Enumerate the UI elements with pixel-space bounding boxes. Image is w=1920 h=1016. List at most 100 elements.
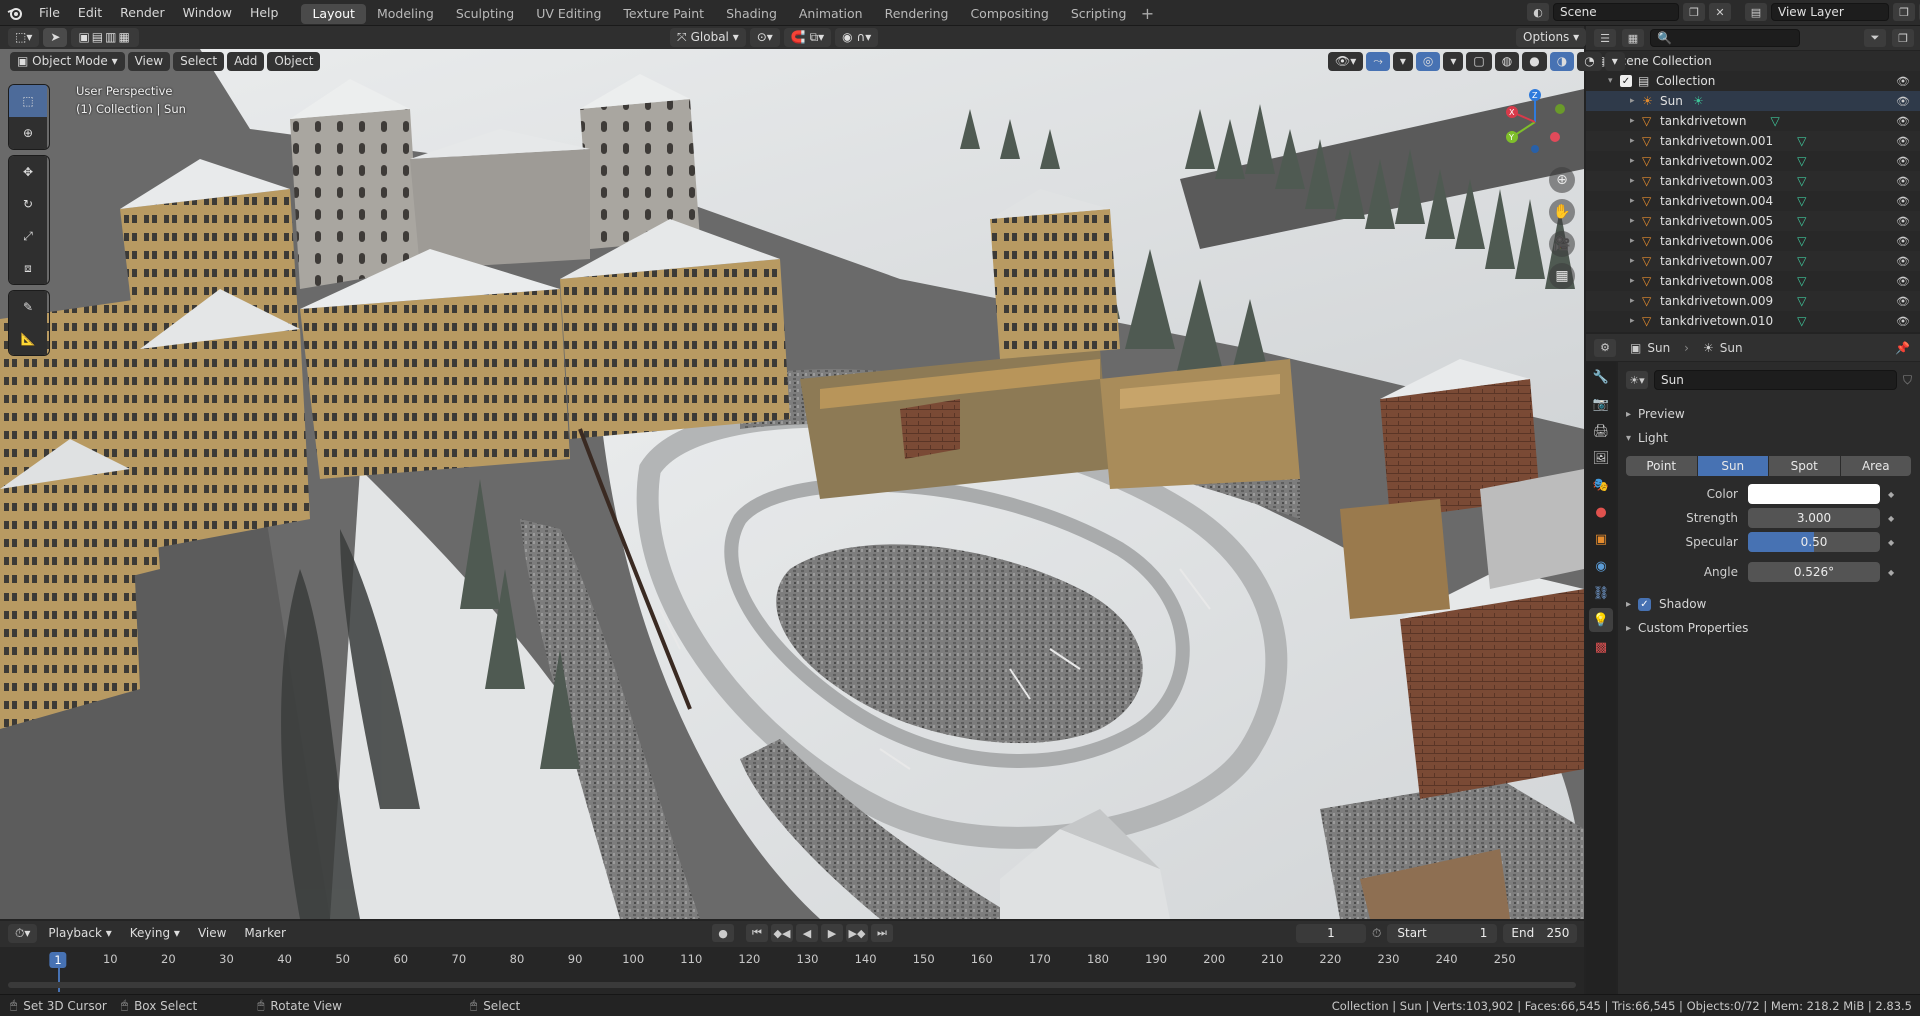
shadow-checkbox[interactable]: ✓ (1638, 597, 1651, 611)
xray-icon[interactable]: ▢ (1466, 52, 1492, 71)
visibility-eye-icon[interactable]: 👁 (1896, 155, 1910, 168)
start-frame-field[interactable]: Start 1 (1387, 924, 1498, 943)
play-icon[interactable]: ▶ (821, 924, 843, 942)
end-frame-field[interactable]: End 250 (1503, 924, 1578, 943)
tab-scripting[interactable]: Scripting (1060, 4, 1138, 24)
gizmo-neg-z[interactable] (1531, 145, 1539, 153)
visibility-eye-icon[interactable]: 👁 (1896, 255, 1910, 268)
solid-shading-icon[interactable]: ● (1522, 52, 1547, 71)
scale-tool-icon[interactable]: ⤢ (9, 220, 47, 252)
light-browse-icon[interactable]: ☀▾ (1626, 371, 1648, 389)
expand-toggle-icon[interactable]: ▸ (1630, 156, 1642, 166)
outliner-item-mesh[interactable]: ▸ ▽ tankdrivetown.001 ▽ 👁 (1586, 131, 1920, 151)
timeline-view-menu[interactable]: View (191, 924, 233, 943)
shadow-panel-header[interactable]: ▸ ✓ Shadow (1626, 594, 1920, 614)
outliner-item-sun[interactable]: ▸ ☀ Sun ☀ 👁 (1586, 91, 1920, 111)
animate-strength-dot[interactable]: ◆ (1888, 514, 1894, 523)
tab-layout[interactable]: Layout (301, 4, 366, 24)
record-icon[interactable]: ● (712, 924, 734, 942)
tab-animation[interactable]: Animation (788, 4, 874, 24)
pivot-icon[interactable]: ⊙▾ (749, 28, 780, 47)
orientation-dropdown[interactable]: ⤧ Global ▾ (670, 28, 746, 47)
keying-menu[interactable]: Keying ▾ (123, 924, 187, 943)
timeline-ruler[interactable]: 1 10 20 30 40 50 60 70 80 90 100 110 120 130 140 150 160… (0, 948, 1584, 994)
properties-editor-type-icon[interactable]: ⚙ (1594, 338, 1616, 357)
overlay-dropdown-icon[interactable]: ▾ (1443, 52, 1464, 71)
jump-start-icon[interactable]: ⏮ (746, 924, 768, 942)
visibility-eye-icon[interactable]: 👁 (1896, 115, 1910, 128)
exclude-checkbox[interactable]: ✓ (1620, 75, 1632, 87)
select-box-icon[interactable]: ⬚ (9, 85, 47, 117)
jump-end-icon[interactable]: ⏭ (871, 924, 893, 942)
mesh-data-icon[interactable]: ▽ (1797, 274, 1806, 288)
outliner-item-mesh[interactable]: ▸ ▽ tankdrivetown.007 ▽ 👁 (1586, 251, 1920, 271)
expand-toggle-icon[interactable]: ▸ (1630, 296, 1642, 306)
visibility-eye-icon[interactable]: 👁 (1896, 75, 1910, 88)
measure-tool-icon[interactable]: 📐 (9, 323, 47, 355)
visibility-eye-icon[interactable]: 👁 (1896, 275, 1910, 288)
cursor-tool-icon[interactable]: ⊕ (9, 117, 47, 149)
new-scene-icon[interactable]: ❐ (1683, 3, 1705, 21)
expand-toggle-icon[interactable]: ▸ (1630, 116, 1642, 126)
animate-specular-dot[interactable]: ◆ (1888, 538, 1894, 547)
menu-edit[interactable]: Edit (69, 0, 111, 26)
mesh-data-icon[interactable]: ▽ (1797, 294, 1806, 308)
tab-sculpting[interactable]: Sculpting (445, 4, 525, 24)
strength-field[interactable]: 3.000 (1748, 508, 1880, 528)
3d-viewport[interactable]: User Perspective (1) Collection | Sun Z … (0, 49, 1584, 919)
new-collection-icon[interactable]: ❐ (1892, 29, 1914, 47)
preview-panel-header[interactable]: ▸ Preview (1626, 404, 1920, 424)
expand-toggle-icon[interactable]: ▸ (1630, 136, 1642, 146)
light-data-icon[interactable]: ☀ (1693, 94, 1704, 108)
visibility-icon[interactable]: 👁▾ (1328, 52, 1364, 71)
tab-uv-editing[interactable]: UV Editing (525, 4, 612, 24)
light-type-spot-button[interactable]: Spot (1769, 456, 1840, 476)
expand-toggle-icon[interactable]: ▸ (1630, 196, 1642, 206)
mesh-data-icon[interactable]: ▽ (1797, 174, 1806, 188)
mesh-data-icon[interactable]: ▽ (1770, 114, 1779, 128)
outliner-editor-type-icon[interactable]: ☰ (1594, 29, 1616, 47)
zoom-icon[interactable]: ⊕ (1549, 167, 1575, 193)
outliner-search-field[interactable]: 🔍 (1650, 29, 1800, 47)
outliner-item-mesh[interactable]: ▸ ▽ tankdrivetown.009 ▽ 👁 (1586, 291, 1920, 311)
world-tab-icon[interactable]: ● (1589, 500, 1613, 524)
outliner-item-mesh[interactable]: ▸ ▽ tankdrivetown ▽ 👁 (1586, 111, 1920, 131)
mesh-data-icon[interactable]: ▽ (1797, 134, 1806, 148)
snap-icon[interactable]: 🧲 ⧉▾ (783, 28, 832, 47)
visibility-eye-icon[interactable]: 👁 (1896, 175, 1910, 188)
visibility-eye-icon[interactable]: 👁 (1896, 215, 1910, 228)
light-data-name-field[interactable]: Sun (1654, 370, 1897, 390)
outliner-scene-collection[interactable]: ▤Scene Collection (1586, 51, 1920, 71)
expand-toggle-icon[interactable]: ▾ (1608, 76, 1620, 86)
overlay-toggle-icon[interactable]: ◎ (1415, 52, 1441, 71)
transform-tool-icon[interactable]: ⧈ (9, 252, 47, 284)
light-type-sun-button[interactable]: Sun (1697, 456, 1768, 476)
texture-tab-icon[interactable]: ▩ (1589, 635, 1613, 659)
play-reverse-icon[interactable]: ◀ (796, 924, 818, 942)
scene-name-field[interactable]: Scene (1553, 3, 1679, 21)
select-menu[interactable]: Select (173, 52, 225, 71)
outliner-item-mesh[interactable]: ▸ ▽ tankdrivetown.002 ▽ 👁 (1586, 151, 1920, 171)
outliner-collection[interactable]: ▾ ✓ ▤ Collection 👁 (1586, 71, 1920, 91)
new-view-layer-icon[interactable]: ❐ (1893, 3, 1915, 21)
visibility-eye-icon[interactable]: 👁 (1896, 195, 1910, 208)
annotate-tool-icon[interactable]: ✎ (9, 291, 47, 323)
constraints-tab-icon[interactable]: ⛓ (1589, 581, 1613, 605)
add-workspace-icon[interactable]: + (1137, 4, 1157, 24)
outliner-item-mesh[interactable]: ▸ ▽ tankdrivetown.004 ▽ 👁 (1586, 191, 1920, 211)
ortho-grid-icon[interactable]: ▦ (1549, 263, 1575, 289)
gizmo-toggle-icon[interactable]: ⤳ (1366, 52, 1390, 71)
menu-help[interactable]: Help (241, 0, 288, 26)
expand-toggle-icon[interactable]: ▸ (1630, 96, 1642, 106)
animate-color-dot[interactable]: ◆ (1888, 490, 1894, 499)
scene-tab-icon[interactable]: 🎭 (1589, 473, 1613, 497)
gizmo-neg-y[interactable] (1555, 104, 1565, 114)
expand-toggle-icon[interactable]: ▸ (1630, 276, 1642, 286)
mesh-data-icon[interactable]: ▽ (1797, 234, 1806, 248)
view-layer-tab-icon[interactable]: 🖼 (1589, 446, 1613, 470)
view-layer-browse-icon[interactable]: ▤ (1745, 3, 1767, 21)
rendered-shading-icon[interactable]: ◔ (1577, 52, 1602, 71)
mode-dropdown[interactable]: ▣ Object Mode ▾ (10, 52, 125, 71)
view-layer-field[interactable]: View Layer (1771, 3, 1889, 21)
visibility-eye-icon[interactable]: 👁 (1896, 235, 1910, 248)
